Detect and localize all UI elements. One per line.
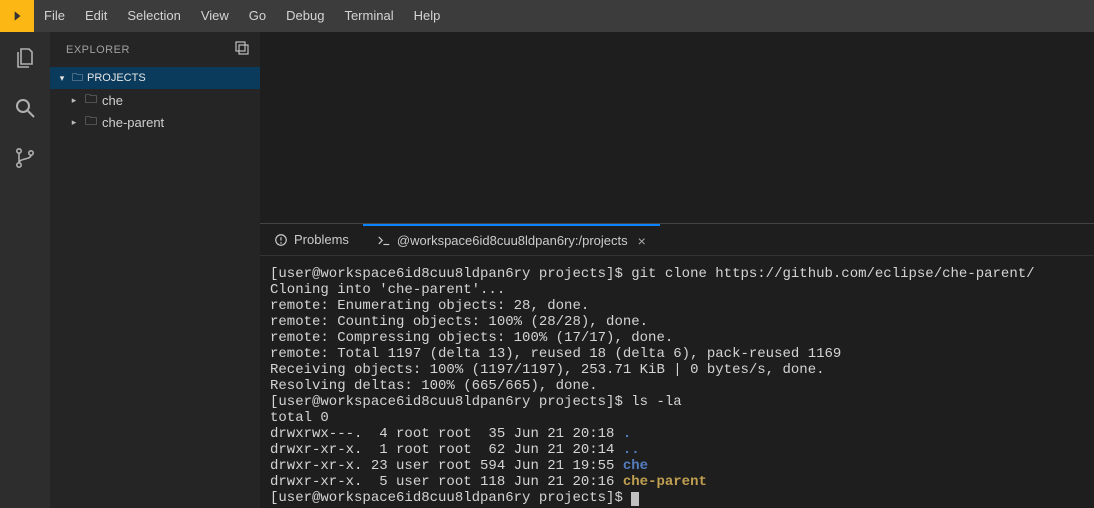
terminal-dir: ..: [623, 442, 640, 458]
sidebar: EXPLORER ▾ 🗀 PROJECTS ▸ 🗀 che ▸ 🗀 che-pa…: [50, 32, 260, 508]
menu-debug[interactable]: Debug: [276, 0, 334, 32]
chevron-right-icon: [10, 9, 24, 23]
terminal-line: drwxr-xr-x. 1 root root 62 Jun 21 20:14: [270, 442, 623, 458]
terminal-line: Cloning into 'che-parent'...: [270, 282, 505, 298]
terminal-line: Receiving objects: 100% (1197/1197), 253…: [270, 362, 825, 378]
tree-item-label: che-parent: [102, 115, 164, 130]
activity-search[interactable]: [11, 94, 39, 122]
menu-terminal[interactable]: Terminal: [334, 0, 403, 32]
panel-tabs: Problems @workspace6id8cuu8ldpan6ry:/pro…: [260, 224, 1094, 256]
tab-problems-label: Problems: [294, 232, 349, 247]
terminal-line: drwxrwx---. 4 root root 35 Jun 21 20:18: [270, 426, 623, 442]
app-logo[interactable]: [0, 0, 34, 32]
chevron-right-icon: ▸: [68, 95, 80, 106]
terminal-line: [user@workspace6id8cuu8ldpan6ry projects…: [270, 490, 631, 506]
terminal-line: [user@workspace6id8cuu8ldpan6ry projects…: [270, 394, 682, 410]
folder-icon: 🗀: [85, 90, 97, 111]
chevron-down-icon: ▾: [56, 73, 68, 84]
main: Problems @workspace6id8cuu8ldpan6ry:/pro…: [260, 32, 1094, 508]
terminal-line: remote: Counting objects: 100% (28/28), …: [270, 314, 648, 330]
files-icon: [13, 46, 37, 70]
sidebar-header: EXPLORER: [50, 32, 260, 67]
collapse-all-button[interactable]: [234, 40, 250, 59]
tab-terminal-label: @workspace6id8cuu8ldpan6ry:/projects: [397, 233, 628, 248]
sidebar-title: EXPLORER: [66, 44, 130, 56]
folder-icon: 🗀: [72, 69, 83, 88]
menu-help[interactable]: Help: [404, 0, 451, 32]
search-icon: [13, 96, 37, 120]
terminal-line: [user@workspace6id8cuu8ldpan6ry projects…: [270, 266, 1035, 282]
terminal-dir: che-parent: [623, 474, 707, 490]
terminal-output[interactable]: [user@workspace6id8cuu8ldpan6ry projects…: [260, 256, 1094, 508]
terminal-icon: [377, 234, 391, 248]
activity-explorer[interactable]: [11, 44, 39, 72]
menu-file[interactable]: File: [34, 0, 75, 32]
terminal-line: drwxr-xr-x. 23 user root 594 Jun 21 19:5…: [270, 458, 623, 474]
activity-bar: [0, 32, 50, 508]
terminal-line: remote: Compressing objects: 100% (17/17…: [270, 330, 673, 346]
terminal-line: Resolving deltas: 100% (665/665), done.: [270, 378, 598, 394]
menu-go[interactable]: Go: [239, 0, 276, 32]
collapse-icon: [234, 40, 250, 56]
sidebar-root-label: PROJECTS: [87, 72, 146, 84]
chevron-right-icon: ▸: [68, 117, 80, 128]
terminal-line: total 0: [270, 410, 329, 426]
sidebar-root[interactable]: ▾ 🗀 PROJECTS: [50, 67, 260, 89]
activity-scm[interactable]: [11, 144, 39, 172]
menu-edit[interactable]: Edit: [75, 0, 117, 32]
terminal-line: drwxr-xr-x. 5 user root 118 Jun 21 20:16: [270, 474, 623, 490]
menubar: File Edit Selection View Go Debug Termin…: [0, 0, 1094, 32]
git-branch-icon: [13, 146, 37, 170]
folder-icon: 🗀: [85, 112, 97, 133]
bottom-panel: Problems @workspace6id8cuu8ldpan6ry:/pro…: [260, 223, 1094, 508]
menu-view[interactable]: View: [191, 0, 239, 32]
terminal-line: remote: Total 1197 (delta 13), reused 18…: [270, 346, 841, 362]
terminal-dir: che: [623, 458, 648, 474]
terminal-cursor: [631, 492, 639, 506]
tree-item-che-parent[interactable]: ▸ 🗀 che-parent: [50, 111, 260, 133]
terminal-dir: .: [623, 426, 631, 442]
menu-selection[interactable]: Selection: [117, 0, 190, 32]
warning-icon: [274, 233, 288, 247]
tab-problems[interactable]: Problems: [260, 224, 363, 255]
tree-item-che[interactable]: ▸ 🗀 che: [50, 89, 260, 111]
tree-item-label: che: [102, 93, 123, 108]
terminal-line: remote: Enumerating objects: 28, done.: [270, 298, 589, 314]
tab-terminal[interactable]: @workspace6id8cuu8ldpan6ry:/projects ×: [363, 224, 660, 255]
editor-area: [260, 32, 1094, 223]
close-icon[interactable]: ×: [638, 233, 646, 249]
